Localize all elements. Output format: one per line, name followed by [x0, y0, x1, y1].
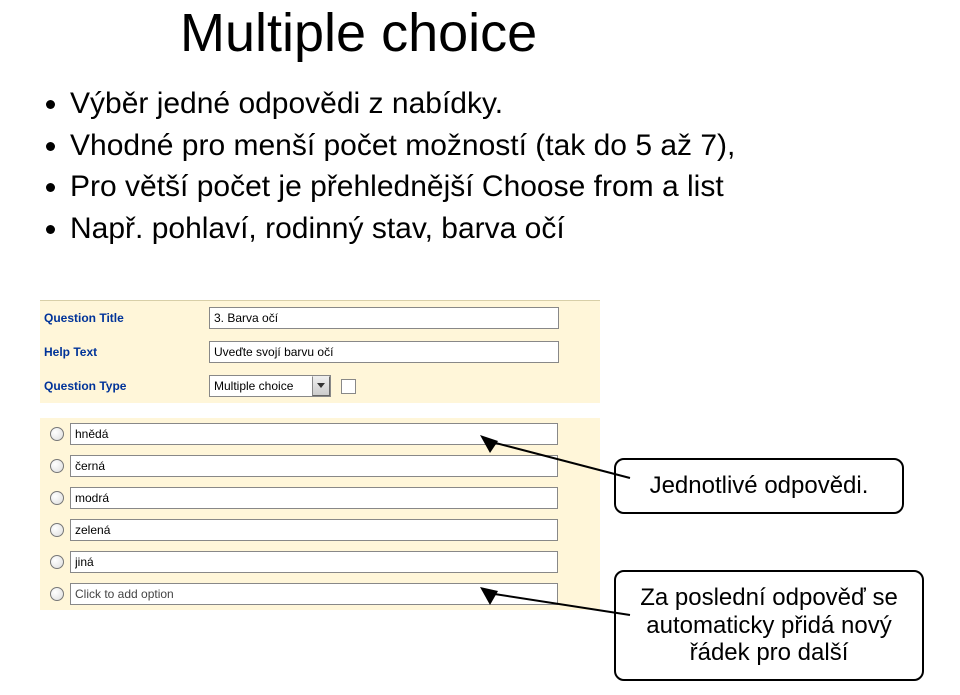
option-input[interactable] [70, 551, 558, 573]
chevron-down-icon [317, 383, 325, 389]
bullet-item: Vhodné pro menší počet možností (tak do … [70, 127, 735, 165]
page-title: Multiple choice [180, 2, 537, 64]
radio-icon[interactable] [50, 459, 64, 473]
checkbox[interactable] [341, 379, 356, 394]
question-type-label: Question Type [44, 379, 209, 393]
help-text-label: Help Text [44, 345, 209, 359]
radio-icon[interactable] [50, 427, 64, 441]
question-type-value: Multiple choice [210, 379, 312, 393]
callout-auto-add: Za poslední odpověď se automaticky přidá… [614, 570, 924, 681]
bullet-item: Např. pohlaví, rodinný stav, barva očí [70, 210, 735, 248]
question-editor-panel: Question Title Help Text Question Type M… [40, 300, 600, 403]
options-list [40, 418, 600, 610]
option-row [40, 450, 600, 482]
bullet-list: Výběr jedné odpovědi z nabídky. Vhodné p… [40, 85, 735, 251]
callout-text: Za poslední odpověď se automaticky přidá… [640, 584, 898, 666]
question-type-select[interactable]: Multiple choice [209, 375, 331, 397]
callout-text: Jednotlivé odpovědi. [650, 472, 869, 499]
option-input[interactable] [70, 487, 558, 509]
question-title-label: Question Title [44, 311, 209, 325]
option-input-placeholder[interactable] [70, 583, 558, 605]
option-row-placeholder [40, 578, 600, 610]
option-checkbox-wrap [341, 379, 356, 394]
option-row [40, 418, 600, 450]
radio-icon[interactable] [50, 587, 64, 601]
option-row [40, 546, 600, 578]
dropdown-button[interactable] [312, 376, 330, 396]
callout-answers: Jednotlivé odpovědi. [614, 458, 904, 514]
option-input[interactable] [70, 519, 558, 541]
radio-icon[interactable] [50, 523, 64, 537]
option-input[interactable] [70, 455, 558, 477]
radio-icon[interactable] [50, 491, 64, 505]
option-row [40, 514, 600, 546]
option-input[interactable] [70, 423, 558, 445]
question-title-input[interactable] [209, 307, 559, 329]
radio-icon[interactable] [50, 555, 64, 569]
bullet-item: Pro větší počet je přehlednější Choose f… [70, 168, 735, 206]
option-row [40, 482, 600, 514]
help-text-input[interactable] [209, 341, 559, 363]
bullet-item: Výběr jedné odpovědi z nabídky. [70, 85, 735, 123]
